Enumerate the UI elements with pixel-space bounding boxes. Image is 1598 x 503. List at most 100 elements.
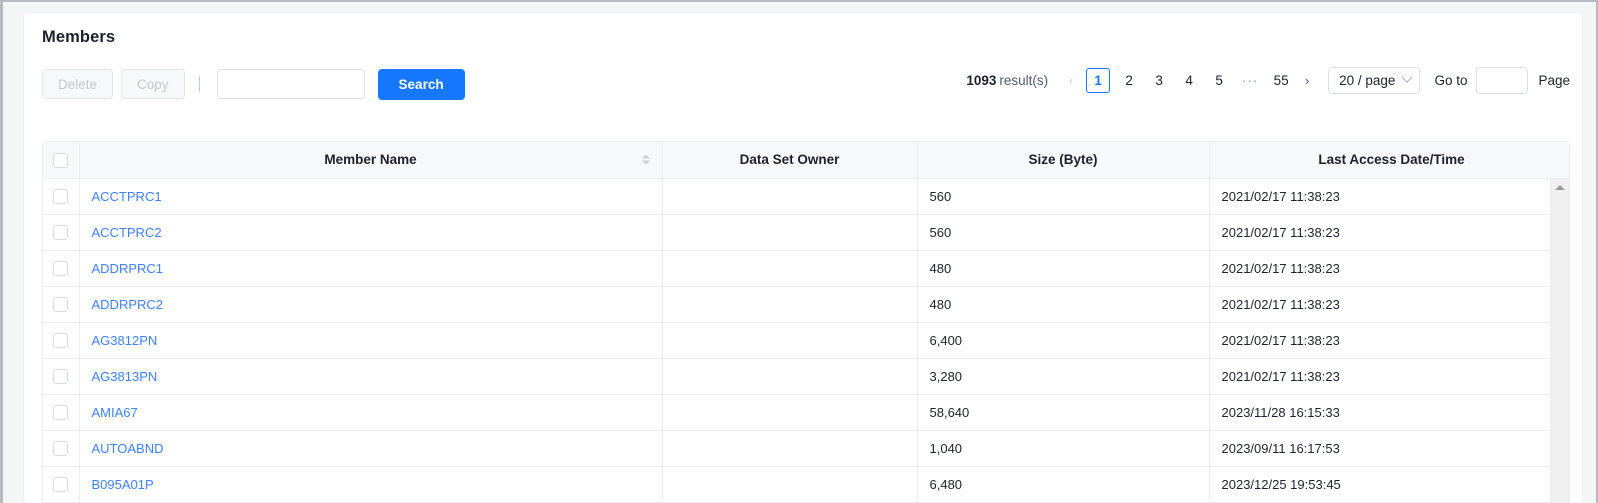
row-checkbox[interactable] xyxy=(53,261,69,277)
row-checkbox[interactable] xyxy=(53,225,69,241)
page-number-3[interactable]: 3 xyxy=(1148,68,1170,92)
table-row: AMIA67 58,640 2023/11/28 16:15:33 xyxy=(43,394,1569,431)
last-access-cell: 2021/02/17 11:38:23 xyxy=(1209,214,1569,251)
column-header-size[interactable]: Size (Byte) xyxy=(917,142,1210,179)
scroll-up-arrow-icon[interactable] xyxy=(1555,185,1565,190)
pagination: 1093 result(s) ‹ 1 2 3 4 5 ··· 55 › 20 / … xyxy=(966,65,1570,95)
page-number-5[interactable]: 5 xyxy=(1208,68,1230,92)
member-name-link[interactable]: AG3813PN xyxy=(92,369,158,384)
toolbar: Delete Copy Search 1093 result(s) ‹ 1 2 3… xyxy=(24,47,1582,103)
member-name-cell: ADDRPRC1 xyxy=(79,250,663,287)
result-count: 1093 result(s) xyxy=(966,73,1048,88)
goto-page-input[interactable] xyxy=(1476,66,1529,94)
row-select-cell xyxy=(43,178,80,215)
data-set-owner-cell xyxy=(662,466,918,503)
members-card: Members Delete Copy Search 1093 result(s)… xyxy=(24,13,1582,503)
last-access-cell: 2021/02/17 11:38:23 xyxy=(1209,178,1569,215)
member-name-link[interactable]: ACCTPRC2 xyxy=(92,225,162,240)
member-name-link[interactable]: ACCTPRC1 xyxy=(92,189,162,204)
member-name-link[interactable]: ADDRPRC1 xyxy=(92,261,164,276)
column-header-member-name-label: Member Name xyxy=(324,152,417,168)
last-access-cell: 2021/02/17 11:38:23 xyxy=(1209,286,1569,323)
search-input[interactable] xyxy=(216,69,365,99)
table-row: ACCTPRC1 560 2021/02/17 11:38:23 xyxy=(43,178,1569,215)
toolbar-divider xyxy=(198,76,200,92)
row-checkbox[interactable] xyxy=(53,189,69,205)
copy-button[interactable]: Copy xyxy=(121,69,185,99)
page-number-last[interactable]: 55 xyxy=(1270,68,1292,92)
size-cell: 6,480 xyxy=(917,466,1210,503)
select-all-checkbox[interactable] xyxy=(53,152,69,168)
page-number-2[interactable]: 2 xyxy=(1118,68,1140,92)
member-name-cell: ADDRPRC2 xyxy=(79,286,663,323)
row-checkbox[interactable] xyxy=(53,333,69,349)
vertical-scrollbar[interactable] xyxy=(1550,179,1569,503)
page-size-select[interactable]: 20 / page xyxy=(1328,66,1421,94)
row-select-cell xyxy=(43,286,80,323)
chevron-left-icon[interactable]: ‹ xyxy=(1060,68,1082,92)
row-select-cell xyxy=(43,466,80,503)
page-background: Members Delete Copy Search 1093 result(s)… xyxy=(3,2,1596,503)
member-name-link[interactable]: B095A01P xyxy=(92,477,154,492)
sort-icon[interactable] xyxy=(641,152,651,167)
chevron-right-icon[interactable]: › xyxy=(1296,68,1318,92)
row-select-cell xyxy=(43,358,80,395)
goto-label: Go to xyxy=(1434,72,1468,88)
row-checkbox[interactable] xyxy=(53,441,69,457)
row-checkbox[interactable] xyxy=(53,405,69,421)
chevron-down-icon xyxy=(1401,71,1414,83)
data-set-owner-cell xyxy=(662,286,918,323)
table-row: ADDRPRC2 480 2021/02/17 11:38:23 xyxy=(43,286,1569,323)
member-name-link[interactable]: ADDRPRC2 xyxy=(92,297,164,312)
size-cell: 480 xyxy=(917,286,1210,323)
row-select-cell xyxy=(43,322,80,359)
data-set-owner-cell xyxy=(662,394,918,431)
table-row: AUTOABND 1,040 2023/09/11 16:17:53 xyxy=(43,430,1569,467)
table-row: AG3813PN 3,280 2021/02/17 11:38:23 xyxy=(43,358,1569,395)
data-set-owner-cell xyxy=(662,178,918,215)
size-cell: 480 xyxy=(917,250,1210,287)
member-name-cell: AG3813PN xyxy=(79,358,663,395)
member-name-link[interactable]: AMIA67 xyxy=(92,405,138,420)
page-number-1[interactable]: 1 xyxy=(1086,67,1111,93)
table-body: ACCTPRC1 560 2021/02/17 11:38:23 ACCTPRC2 56… xyxy=(43,178,1569,503)
page-number-4[interactable]: 4 xyxy=(1178,68,1200,92)
row-checkbox[interactable] xyxy=(53,297,69,313)
select-all-header xyxy=(43,142,80,179)
page-ellipsis[interactable]: ··· xyxy=(1238,73,1262,88)
column-header-member-name[interactable]: Member Name xyxy=(79,142,663,179)
data-set-owner-cell xyxy=(662,322,918,359)
data-set-owner-cell xyxy=(662,214,918,251)
page-word-label: Page xyxy=(1538,72,1570,88)
member-name-link[interactable]: AUTOABND xyxy=(92,441,164,456)
table-row: ACCTPRC2 560 2021/02/17 11:38:23 xyxy=(43,214,1569,251)
last-access-cell: 2021/02/17 11:38:23 xyxy=(1209,250,1569,287)
row-select-cell xyxy=(43,250,80,287)
table-header-row: Member Name Data Set Owner Size (Byte) L… xyxy=(43,142,1569,179)
member-name-link[interactable]: AG3812PN xyxy=(92,333,158,348)
column-header-last-access[interactable]: Last Access Date/Time xyxy=(1209,142,1569,179)
table-row: AG3812PN 6,400 2021/02/17 11:38:23 xyxy=(43,322,1569,359)
members-table-region: Member Name Data Set Owner Size (Byte) L… xyxy=(42,141,1570,503)
result-count-label: result(s) xyxy=(999,72,1049,88)
delete-button[interactable]: Delete xyxy=(42,69,114,99)
data-set-owner-cell xyxy=(662,250,918,287)
data-set-owner-cell xyxy=(662,358,918,395)
page-title: Members xyxy=(42,28,116,46)
size-cell: 6,400 xyxy=(917,322,1210,359)
size-cell: 560 xyxy=(917,214,1210,251)
row-select-cell xyxy=(43,430,80,467)
member-name-cell: B095A01P xyxy=(79,466,663,503)
member-name-cell: AUTOABND xyxy=(79,430,663,467)
table-row: B095A01P 6,480 2023/12/25 19:53:45 xyxy=(43,466,1569,503)
search-button[interactable]: Search xyxy=(377,68,465,100)
sort-ascending-icon xyxy=(641,154,650,159)
row-checkbox[interactable] xyxy=(53,477,69,493)
row-checkbox[interactable] xyxy=(53,369,69,385)
sort-descending-icon xyxy=(641,160,650,165)
last-access-cell: 2023/09/11 16:17:53 xyxy=(1209,430,1569,467)
member-name-cell: AG3812PN xyxy=(79,322,663,359)
column-header-data-set-owner[interactable]: Data Set Owner xyxy=(662,142,918,179)
table-row: ADDRPRC1 480 2021/02/17 11:38:23 xyxy=(43,250,1569,287)
member-name-cell: ACCTPRC2 xyxy=(79,214,663,251)
